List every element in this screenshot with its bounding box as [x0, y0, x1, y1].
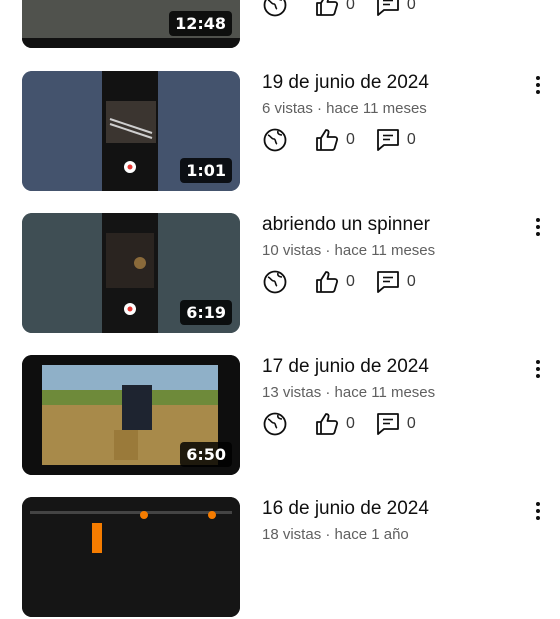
video-meta: 18 vistas · hace 1 año — [262, 526, 409, 543]
thumbs-up-icon — [314, 411, 340, 437]
thumbs-up-icon — [314, 127, 340, 153]
video-title[interactable]: 17 de junio de 2024 — [262, 355, 429, 379]
video-duration: 12:48 — [169, 11, 232, 36]
comment-count: 0 — [406, 415, 416, 432]
more-vertical-icon[interactable] — [528, 499, 548, 523]
video-thumbnail[interactable]: 1:01 — [22, 71, 240, 191]
video-thumbnail[interactable]: 6:19 — [22, 213, 240, 333]
video-item[interactable]: 12:48 0 0 — [0, 0, 560, 50]
comment-icon — [375, 0, 401, 18]
comment-icon — [375, 127, 401, 153]
video-stats: 0 0 — [262, 269, 436, 295]
globe-icon — [262, 0, 288, 18]
like-count: 0 — [346, 273, 355, 290]
video-item[interactable]: 6:19 abriendo un spinner 10 vistas · hac… — [0, 213, 560, 335]
video-meta: 6 vistas · hace 11 meses — [262, 100, 427, 117]
thumbs-up-icon — [314, 0, 340, 18]
like-count: 0 — [346, 131, 355, 148]
video-duration: 6:19 — [180, 300, 232, 325]
video-title[interactable]: abriendo un spinner — [262, 213, 430, 237]
comment-icon — [375, 269, 401, 295]
video-stats: 0 0 — [262, 411, 436, 437]
video-meta: 10 vistas · hace 11 meses — [262, 242, 436, 259]
video-stats: 0 0 — [262, 127, 436, 153]
comment-count: 0 — [406, 273, 416, 290]
video-item[interactable]: 16 de junio de 2024 18 vistas · hace 1 a… — [0, 497, 560, 619]
more-vertical-icon[interactable] — [528, 357, 548, 381]
globe-icon — [262, 127, 288, 153]
comment-count: 0 — [406, 0, 416, 13]
video-item[interactable]: 1:01 19 de junio de 2024 6 vistas · hace… — [0, 71, 560, 193]
video-title[interactable]: 16 de junio de 2024 — [262, 497, 429, 521]
like-count: 0 — [346, 415, 355, 432]
like-count: 0 — [346, 0, 355, 13]
video-title[interactable]: 19 de junio de 2024 — [262, 71, 429, 95]
video-duration: 1:01 — [180, 158, 232, 183]
globe-icon — [262, 269, 288, 295]
video-meta: 13 vistas · hace 11 meses — [262, 384, 436, 401]
video-thumbnail[interactable] — [22, 497, 240, 617]
video-thumbnail[interactable]: 12:48 — [22, 0, 240, 48]
video-duration: 6:50 — [180, 442, 232, 467]
video-item[interactable]: 6:50 17 de junio de 2024 13 vistas · hac… — [0, 355, 560, 477]
video-thumbnail[interactable]: 6:50 — [22, 355, 240, 475]
comment-count: 0 — [406, 131, 416, 148]
comment-icon — [375, 411, 401, 437]
more-vertical-icon[interactable] — [528, 73, 548, 97]
thumbs-up-icon — [314, 269, 340, 295]
more-vertical-icon[interactable] — [528, 215, 548, 239]
globe-icon — [262, 411, 288, 437]
thumbnail-image — [22, 497, 240, 617]
video-stats: 0 0 — [262, 0, 436, 18]
